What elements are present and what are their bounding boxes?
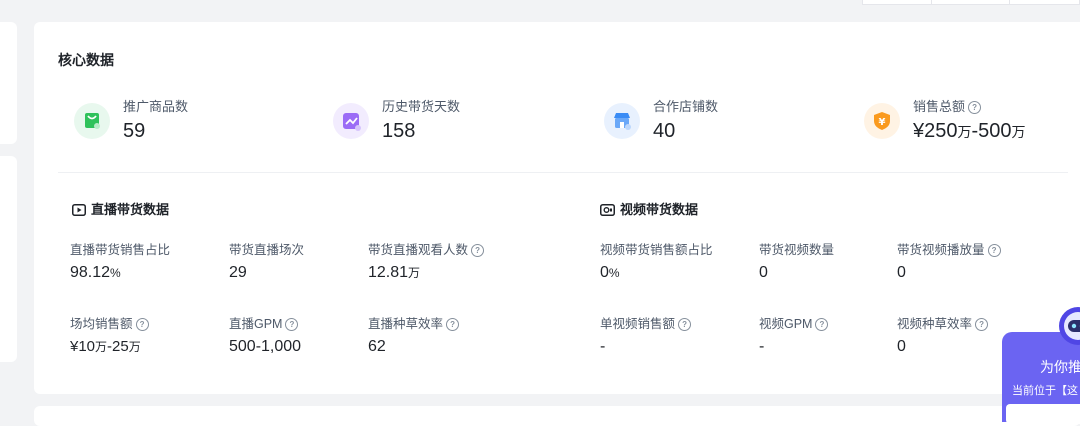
left-side-card	[0, 22, 17, 144]
video-seeding-efficiency: 视频种草效率? 0	[897, 313, 988, 356]
live-session-count: 带货直播场次 29	[229, 239, 304, 282]
total-sales-value: ¥250万-500万	[913, 120, 1026, 143]
left-side-card-2	[0, 156, 17, 362]
play-icon	[72, 204, 86, 216]
robot-icon[interactable]	[1054, 302, 1080, 346]
help-icon[interactable]: ?	[988, 244, 1001, 257]
core-data-card: 核心数据 推广商品数 59 历史带货天数 158 合作店铺数 40 ¥ 销售总额…	[34, 22, 1080, 394]
live-sales-ratio: 直播带货销售占比 98.12%	[70, 239, 170, 282]
store-icon	[604, 103, 640, 139]
live-gpm: 直播GPM? 500-1,000	[229, 313, 301, 356]
video-section-title: 视频带货数据	[600, 199, 698, 218]
single-video-sales: 单视频销售额? -	[600, 313, 691, 356]
yuan-shield-icon: ¥	[864, 103, 900, 139]
section-title: 核心数据	[58, 50, 114, 70]
trend-chart-icon	[333, 103, 369, 139]
assistant-input[interactable]	[1006, 404, 1080, 424]
help-icon[interactable]: ?	[136, 318, 149, 331]
avg-session-sales: 场均销售额? ¥10万-25万	[70, 313, 149, 355]
help-icon[interactable]: ?	[471, 244, 484, 257]
divider	[58, 172, 1068, 173]
help-icon[interactable]: ?	[815, 318, 828, 331]
help-icon[interactable]: ?	[975, 318, 988, 331]
help-icon[interactable]: ?	[446, 318, 459, 331]
shopping-bag-icon	[74, 103, 110, 139]
video-camera-icon	[600, 204, 615, 216]
video-gpm: 视频GPM? -	[759, 313, 828, 356]
svg-text:¥: ¥	[879, 117, 886, 128]
help-icon[interactable]: ?	[968, 101, 981, 114]
live-viewers: 带货直播观看人数? 12.81万	[368, 239, 484, 282]
live-seeding-efficiency: 直播种草效率? 62	[368, 313, 459, 356]
next-card	[34, 406, 1080, 426]
video-count: 带货视频数量 0	[759, 239, 834, 282]
top-toolbar-edge	[862, 0, 1080, 5]
video-play-count: 带货视频播放量? 0	[897, 239, 1001, 282]
live-section-title: 直播带货数据	[72, 199, 169, 218]
help-icon[interactable]: ?	[678, 318, 691, 331]
help-icon[interactable]: ?	[285, 318, 298, 331]
video-sales-ratio: 视频带货销售额占比 0%	[600, 239, 713, 282]
